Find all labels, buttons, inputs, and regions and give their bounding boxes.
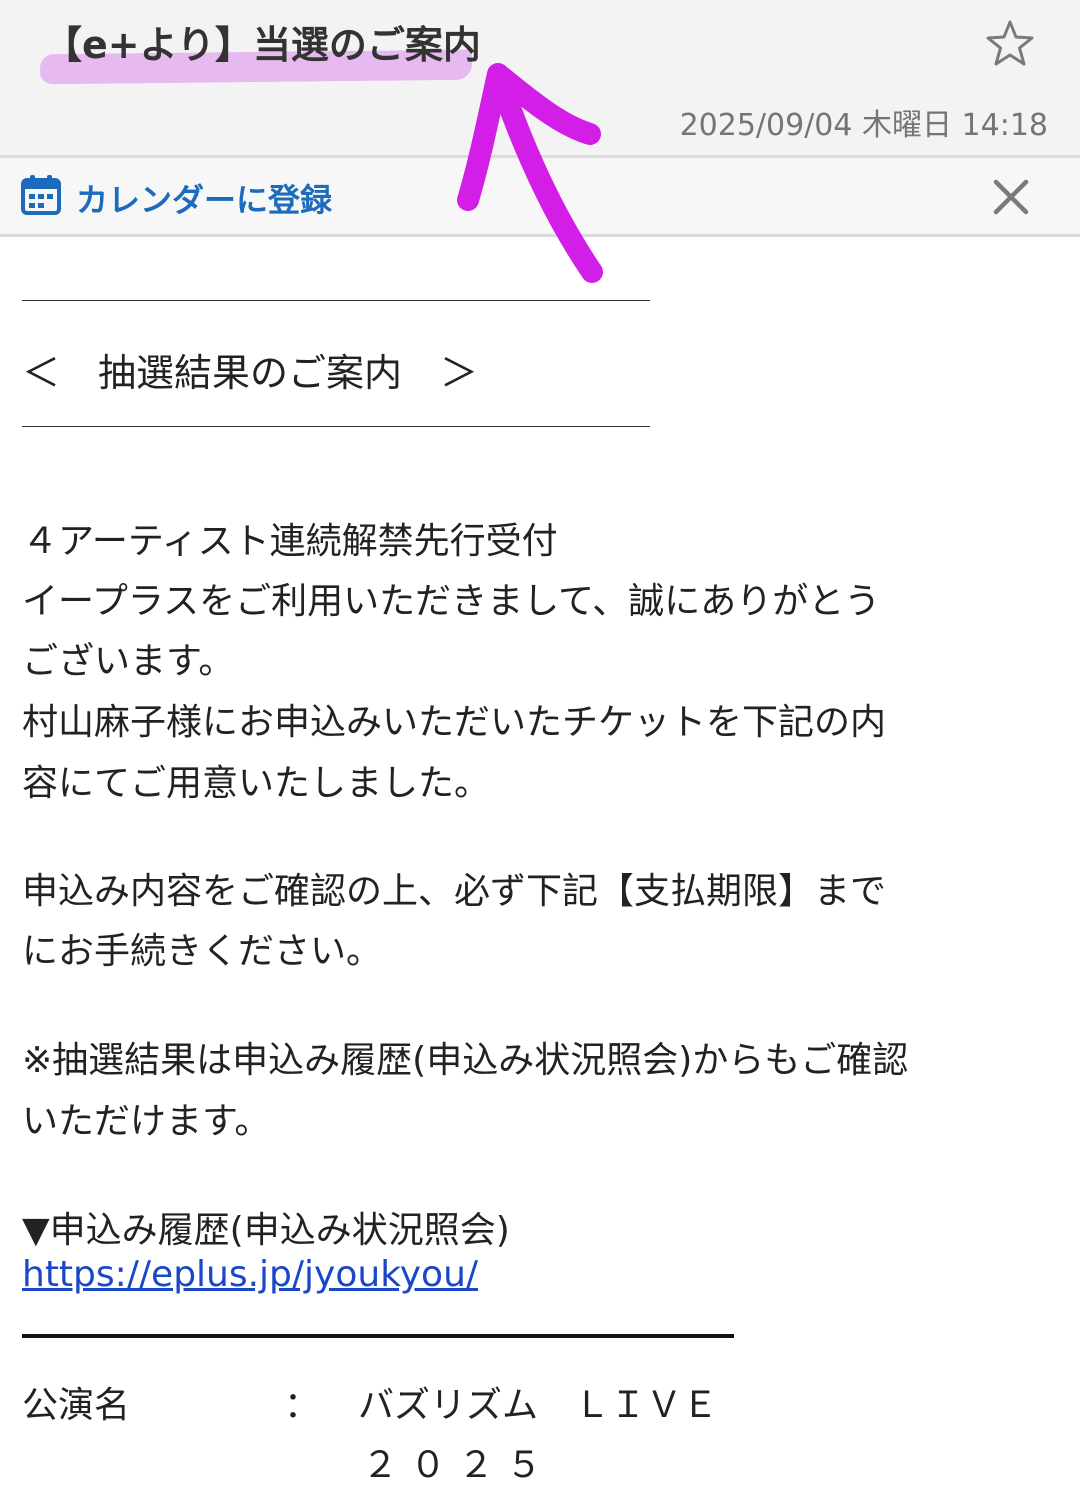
star-outline-icon[interactable] [984, 18, 1036, 70]
body-text-line: いただけます。 [22, 1101, 271, 1142]
email-datetime: 2025/09/04 木曜日 14:18 [679, 108, 1048, 143]
body-text-line: にお手続きください。 [22, 931, 383, 972]
body-text-line: 容にてご用意いたしました。 [22, 763, 491, 804]
email-header: 【e+より】当選のご案内 2025/09/04 木曜日 14:18 [0, 0, 1080, 158]
body-text-line: ございます。 [22, 641, 235, 682]
body-text-line: 申込み内容をご確認の上、必ず下記【支払期限】まで [22, 871, 887, 912]
body-text-line: イープラスをご利用いただきまして、誠にありがとう [22, 581, 881, 622]
divider [22, 426, 650, 427]
divider [22, 1334, 734, 1338]
performance-colon: ： [284, 1385, 321, 1426]
add-to-calendar-button[interactable]: カレンダーに登録 [76, 175, 332, 221]
body-text-line: ４アーティスト連続解禁先行受付 [22, 521, 558, 562]
body-text-line: ※抽選結果は申込み履歴(申込み状況照会)からもご確認 [22, 1040, 909, 1081]
divider [22, 300, 650, 301]
email-view: 【e+より】当選のご案内 2025/09/04 木曜日 14:18 カレンダーに… [0, 0, 1080, 1501]
history-link[interactable]: https://eplus.jp/jyoukyou/ [22, 1254, 478, 1295]
close-icon[interactable] [992, 178, 1030, 216]
calendar-bar[interactable]: カレンダーに登録 [0, 158, 1080, 237]
history-heading: ▼申込み履歴(申込み状況照会) [22, 1210, 510, 1251]
lottery-result-title: ＜ 抽選結果のご案内 ＞ [22, 351, 479, 395]
performance-label: 公演名 [22, 1385, 131, 1426]
email-subject: 【e+より】当選のご案内 [44, 23, 481, 67]
performance-name: バズリズム ＬＩＶＥ [358, 1385, 719, 1426]
body-text-line: 村山麻子様にお申込みいただいたチケットを下記の内 [22, 702, 887, 743]
performance-name-continued: ２０２５ [362, 1445, 555, 1486]
calendar-icon [21, 175, 61, 215]
